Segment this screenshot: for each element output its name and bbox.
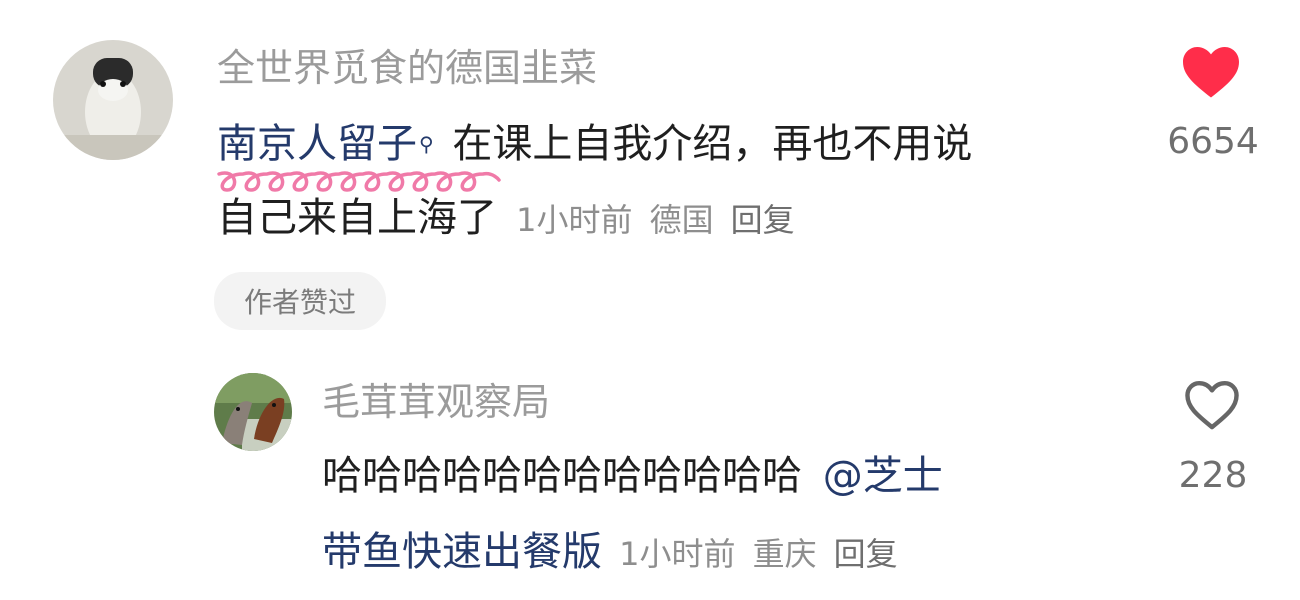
heart-outline-icon — [1185, 380, 1239, 430]
comment-avatar[interactable] — [53, 40, 173, 160]
comment-text-line1: 南京人留子 ⚲ 在课上自我介绍，再也不用说 — [217, 116, 973, 192]
comment-text-part2: 自己来自上海了 — [217, 195, 497, 241]
comment-tag-label[interactable]: 南京人留子 — [217, 121, 417, 167]
reply-reply-button[interactable]: 回复 — [834, 535, 898, 573]
comment-reply-button[interactable]: 回复 — [731, 201, 795, 239]
reply-location: 重庆 — [752, 535, 817, 573]
reply-username[interactable]: 毛茸茸观察局 — [322, 376, 550, 428]
comment-tag[interactable]: 南京人留子 ⚲ — [217, 116, 501, 192]
comment-location: 德国 — [649, 201, 714, 239]
reply-mention-part1[interactable]: @芝士 — [823, 453, 943, 499]
reply-time: 1小时前 — [619, 535, 736, 573]
comment-time: 1小时前 — [516, 201, 633, 239]
reply-mention-part2[interactable]: 带鱼快速出餐版 — [322, 529, 602, 575]
reply-like-count: 228 — [1178, 455, 1248, 496]
comment-text-line2-row: 自己来自上海了 1小时前 德国 回复 — [217, 190, 795, 254]
comment-username[interactable]: 全世界觅食的德国韭菜 — [217, 42, 597, 94]
reply-text-line1: 哈哈哈哈哈哈哈哈哈哈哈哈 @芝士 — [322, 448, 943, 504]
reply-text: 哈哈哈哈哈哈哈哈哈哈哈哈 — [322, 453, 802, 499]
author-liked-label: 作者赞过 — [243, 286, 356, 319]
reply-like-button[interactable] — [1182, 378, 1248, 438]
comment-like-button[interactable] — [1180, 44, 1250, 104]
search-icon: ⚲ — [419, 132, 434, 156]
comment-like-count: 6654 — [1167, 121, 1259, 162]
reply-text-line2-row: 带鱼快速出餐版 1小时前 重庆 回复 — [322, 524, 898, 588]
reply-avatar[interactable] — [214, 373, 292, 451]
comment-text-part1: 在课上自我介绍，再也不用说 — [452, 121, 973, 167]
heart-filled-icon — [1183, 47, 1239, 98]
author-liked-chip: 作者赞过 — [214, 272, 386, 330]
